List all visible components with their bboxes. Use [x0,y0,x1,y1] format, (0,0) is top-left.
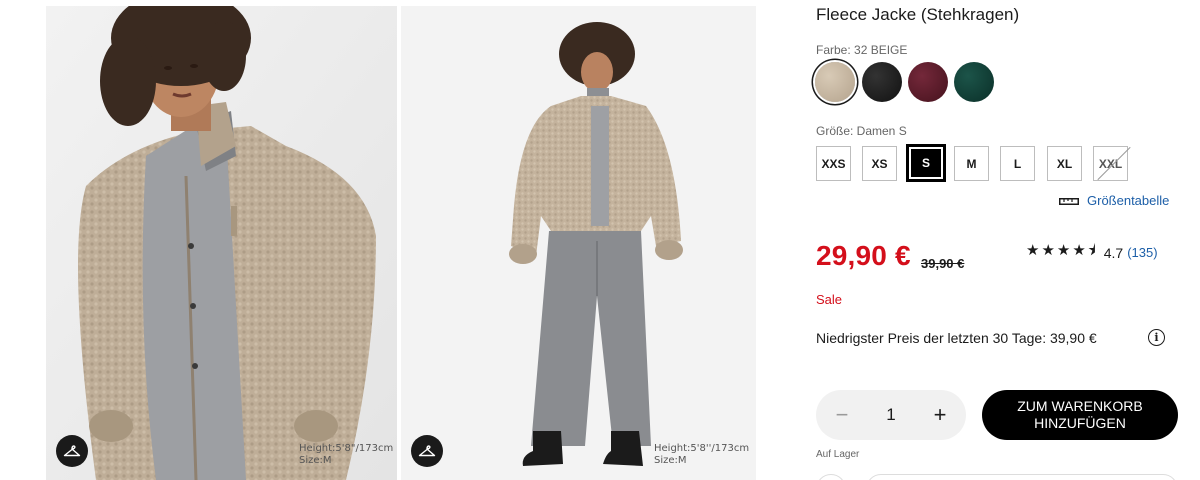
product-title: Fleece Jacke (Stehkragen) [816,5,1020,24]
size-option-xxl[interactable]: XXL [1093,146,1128,181]
model-size: Size:M [654,455,687,466]
color-swatch-wine[interactable] [908,62,948,102]
increase-quantity-button[interactable]: + [930,404,950,426]
sale-price: 29,90 € [816,240,911,271]
size-option-m[interactable]: M [954,146,989,181]
try-on-hanger-button[interactable] [411,435,443,467]
quantity-stepper: − 1 + [816,390,966,440]
model-fullbody-illustration [401,6,756,480]
size-option-xxs[interactable]: XXS [816,146,851,181]
size-chart-link[interactable]: Größentabelle [1059,193,1169,208]
size-option-xl[interactable]: XL [1047,146,1082,181]
stock-status: Auf Lager [816,449,860,460]
rating-value: 4.7 [1103,244,1124,261]
model-height: Height:5'8"/173cm [299,443,394,454]
model-info: Height:5'8''/173cm Size:M [654,443,749,467]
rating-stars-icon: ★★★★⯨ [1026,242,1098,259]
size-chart-label: Größentabelle [1087,193,1170,208]
hanger-icon [418,445,436,457]
model-closeup-illustration [46,6,397,480]
product-image-fullbody[interactable]: Height:5'8''/173cm Size:M [401,6,756,480]
decrease-quantity-button[interactable]: − [832,404,852,426]
size-option-l[interactable]: L [1000,146,1035,181]
ruler-icon [1059,197,1079,205]
model-size: Size:M [299,455,332,466]
review-count-link[interactable]: (135) [1127,245,1157,260]
size-label: Größe: Damen S [816,124,907,138]
info-icon[interactable]: i [1148,329,1165,346]
model-info: Height:5'8"/173cm Size:M [299,443,393,467]
color-swatch-black[interactable] [862,62,902,102]
store-availability-icon[interactable] [816,474,846,480]
product-image-closeup[interactable]: Height:5'8"/173cm Size:M [46,6,397,480]
sale-label: Sale [816,292,843,307]
color-swatch-green[interactable] [954,62,994,102]
original-price: 39,90 € [921,256,965,271]
size-option-s[interactable]: S [906,144,946,182]
store-availability-button[interactable] [866,474,1178,480]
lowest-price-info: Niedrigster Preis der letzten 30 Tage: 3… [816,330,1097,346]
color-label: Farbe: 32 BEIGE [816,43,908,57]
size-option-xs[interactable]: XS [862,146,897,181]
model-height: Height:5'8''/173cm [654,443,750,454]
product-rating[interactable]: ★★★★⯨ 4.7 (135) [1026,240,1158,265]
hanger-icon [63,445,81,457]
color-swatch-beige[interactable] [815,62,855,102]
try-on-hanger-button[interactable] [56,435,88,467]
add-to-cart-button[interactable]: ZUM WARENKORB HINZUFÜGEN [982,390,1178,440]
quantity-value[interactable]: 1 [886,405,895,425]
